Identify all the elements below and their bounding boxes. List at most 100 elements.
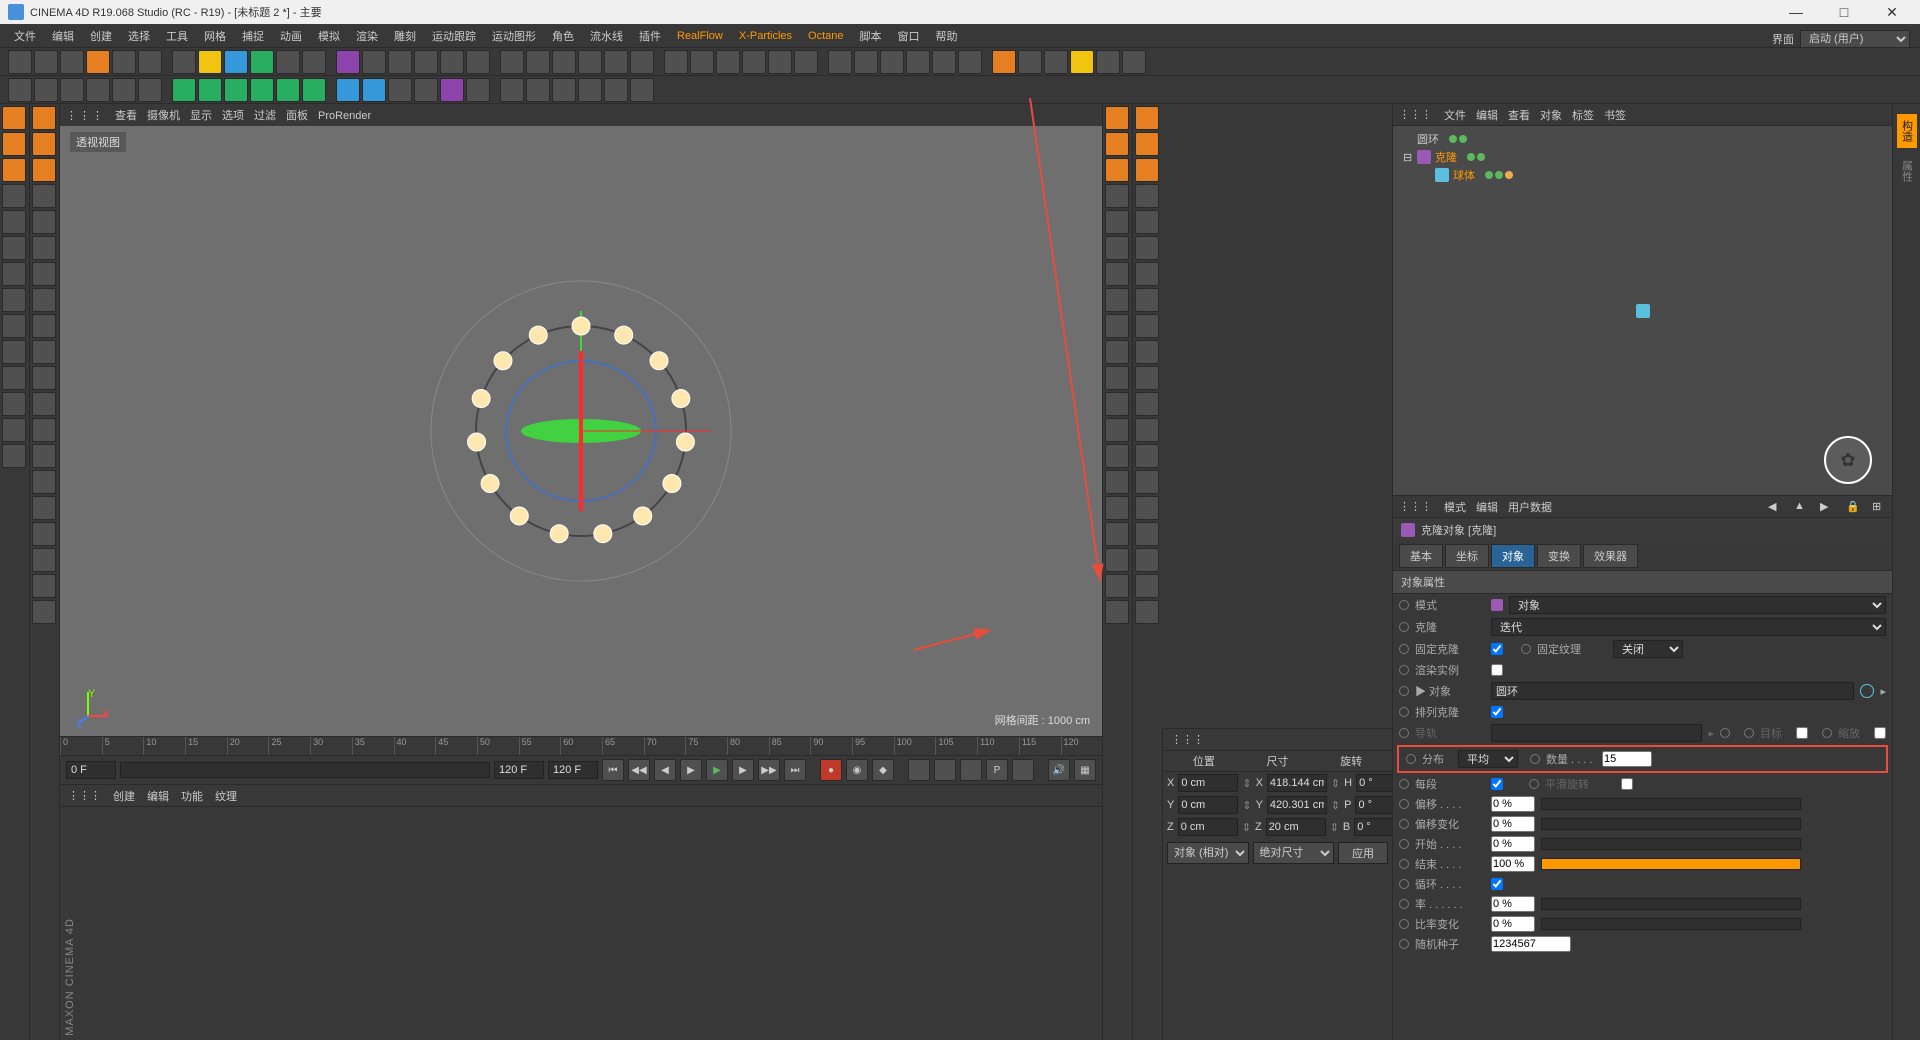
subtab-3[interactable]: 变换 [1537, 544, 1581, 568]
tb2-btn-5[interactable] [138, 78, 162, 102]
tb1-btn-15[interactable] [414, 50, 438, 74]
tb1-btn-16[interactable] [440, 50, 464, 74]
rc1-btn-8[interactable] [1105, 314, 1129, 338]
menu-12[interactable]: 运动图形 [486, 26, 542, 46]
seed-input[interactable] [1491, 936, 1571, 952]
prev-frame-button[interactable]: ◀ [654, 759, 676, 781]
tb1-btn-6[interactable] [172, 50, 196, 74]
vp-menu-6[interactable]: ProRender [318, 110, 371, 122]
mode-dropdown[interactable]: 对象 [1509, 596, 1886, 614]
goto-end-button[interactable]: ⏭ [784, 759, 806, 781]
tb1-btn-27[interactable] [742, 50, 766, 74]
rc1-btn-1[interactable] [1105, 132, 1129, 156]
rc1-btn-5[interactable] [1105, 236, 1129, 260]
rec-param-button[interactable]: P [986, 759, 1008, 781]
menu-10[interactable]: 雕刻 [388, 26, 422, 46]
tb2-btn-13[interactable] [362, 78, 386, 102]
tb1-btn-33[interactable] [906, 50, 930, 74]
vp-menu-5[interactable]: 面板 [286, 110, 308, 122]
menu-8[interactable]: 模拟 [312, 26, 346, 46]
rc2-btn-15[interactable] [1135, 496, 1159, 520]
tb1-btn-28[interactable] [768, 50, 792, 74]
vtab-1[interactable]: 构造 [1897, 114, 1917, 148]
tb1-btn-4[interactable] [112, 50, 136, 74]
tree-item-1[interactable]: ⊟克隆 [1397, 148, 1888, 166]
size-Z[interactable] [1266, 818, 1326, 836]
menu-19[interactable]: 脚本 [854, 26, 888, 46]
lc2-btn-9[interactable] [32, 340, 56, 364]
subtab-0[interactable]: 基本 [1399, 544, 1443, 568]
menu-4[interactable]: 工具 [160, 26, 194, 46]
tb1-btn-38[interactable] [1044, 50, 1068, 74]
menu-21[interactable]: 帮助 [930, 26, 964, 46]
tb2-btn-14[interactable] [388, 78, 412, 102]
tb1-btn-26[interactable] [716, 50, 740, 74]
end-slider[interactable] [1541, 858, 1801, 870]
tb1-btn-23[interactable] [630, 50, 654, 74]
tb2-btn-2[interactable] [60, 78, 84, 102]
subtab-1[interactable]: 坐标 [1445, 544, 1489, 568]
tb1-btn-35[interactable] [958, 50, 982, 74]
tb1-btn-21[interactable] [578, 50, 602, 74]
rc2-btn-13[interactable] [1135, 444, 1159, 468]
rc1-btn-7[interactable] [1105, 288, 1129, 312]
minimize-button[interactable]: — [1776, 4, 1816, 21]
lc2-btn-5[interactable] [32, 236, 56, 260]
rec-pla-button[interactable] [1012, 759, 1034, 781]
attr-lock-icon[interactable]: 🔒 [1846, 500, 1860, 514]
tb1-btn-5[interactable] [138, 50, 162, 74]
rc2-btn-6[interactable] [1135, 262, 1159, 286]
tb2-btn-11[interactable] [302, 78, 326, 102]
tb2-btn-9[interactable] [250, 78, 274, 102]
lc2-btn-15[interactable] [32, 496, 56, 520]
om-tab-2[interactable]: 查看 [1508, 110, 1530, 122]
close-button[interactable]: ✕ [1872, 4, 1912, 21]
vp-menu-1[interactable]: 摄像机 [147, 110, 180, 122]
rec-rot-button[interactable] [960, 759, 982, 781]
pos-Z[interactable] [1178, 818, 1238, 836]
menu-7[interactable]: 动画 [274, 26, 308, 46]
end-input[interactable] [1491, 856, 1535, 872]
attr-nav-back[interactable]: ◀ [1768, 500, 1782, 514]
rc2-btn-11[interactable] [1135, 392, 1159, 416]
tb1-btn-17[interactable] [466, 50, 490, 74]
lc2-btn-14[interactable] [32, 470, 56, 494]
rc1-btn-10[interactable] [1105, 366, 1129, 390]
tb1-btn-20[interactable] [552, 50, 576, 74]
rc2-btn-1[interactable] [1135, 132, 1159, 156]
play-back-button[interactable]: ▶ [680, 759, 702, 781]
menu-6[interactable]: 捕捉 [236, 26, 270, 46]
tb1-btn-29[interactable] [794, 50, 818, 74]
mat-tab-3[interactable]: 纹理 [215, 788, 237, 804]
tb2-btn-17[interactable] [466, 78, 490, 102]
loop-checkbox[interactable] [1491, 878, 1503, 890]
offset-slider[interactable] [1541, 798, 1801, 810]
rc2-btn-16[interactable] [1135, 522, 1159, 546]
offsetvar-slider[interactable] [1541, 818, 1801, 830]
rate-input[interactable] [1491, 896, 1535, 912]
rc1-btn-14[interactable] [1105, 470, 1129, 494]
lc2-btn-7[interactable] [32, 288, 56, 312]
tb2-btn-7[interactable] [198, 78, 222, 102]
object-pick-icon[interactable] [1860, 684, 1874, 698]
tb2-btn-12[interactable] [336, 78, 360, 102]
timeline-track[interactable] [120, 762, 490, 778]
rail-link-field[interactable] [1491, 724, 1702, 742]
ratevar-input[interactable] [1491, 916, 1535, 932]
lc2-btn-2[interactable] [32, 158, 56, 182]
fixtex-dropdown[interactable]: 关闭 [1613, 640, 1683, 658]
rc1-btn-16[interactable] [1105, 522, 1129, 546]
tb2-btn-3[interactable] [86, 78, 110, 102]
object-link-field[interactable] [1491, 682, 1854, 700]
attr-tab-1[interactable]: 编辑 [1476, 502, 1498, 514]
attr-nav-up[interactable]: ▲ [1794, 500, 1808, 514]
menu-2[interactable]: 创建 [84, 26, 118, 46]
lc1-btn-3[interactable] [2, 184, 26, 208]
tb1-btn-34[interactable] [932, 50, 956, 74]
tb1-btn-36[interactable] [992, 50, 1016, 74]
rc2-btn-17[interactable] [1135, 548, 1159, 572]
tree-item-2[interactable]: 球体 [1397, 166, 1888, 184]
rc2-btn-12[interactable] [1135, 418, 1159, 442]
lc1-btn-2[interactable] [2, 158, 26, 182]
clone-dropdown[interactable]: 迭代 [1491, 618, 1886, 636]
